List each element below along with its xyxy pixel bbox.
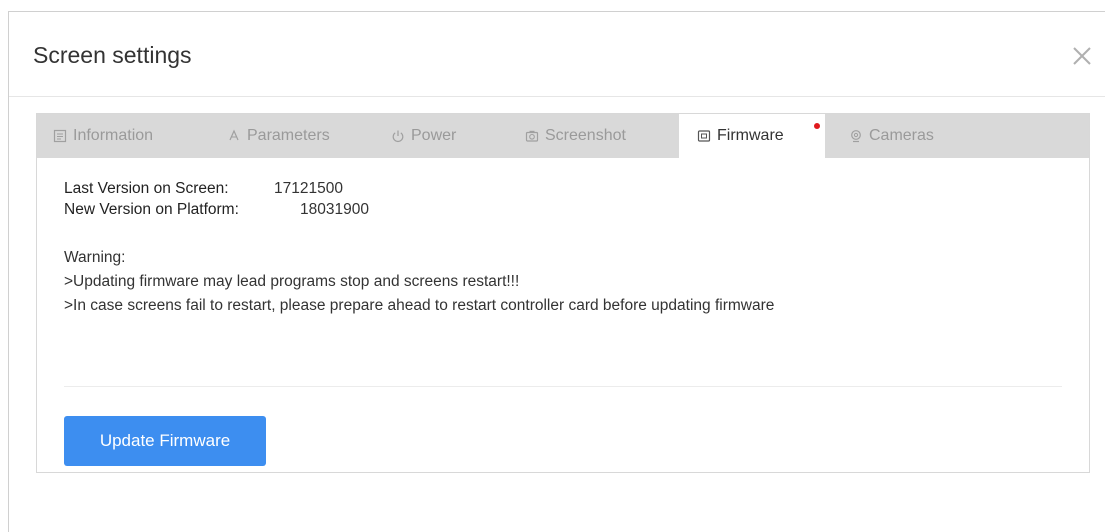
tab-firmware[interactable]: Firmware — [679, 114, 825, 158]
new-version-value: 18031900 — [300, 201, 369, 218]
tab-power[interactable]: Power — [391, 114, 525, 158]
dialog-header: Screen settings — [9, 12, 1105, 97]
last-version-label: Last Version on Screen: — [64, 180, 229, 197]
tab-firmware-label: Firmware — [717, 127, 784, 144]
sliders-icon — [229, 129, 239, 141]
warning-line-1: >Updating firmware may lead programs sto… — [64, 273, 520, 290]
tab-information[interactable]: Information — [53, 114, 227, 158]
new-version-row: New Version on Platform: 18031900 — [64, 199, 1089, 220]
tab-screenshot-label: Screenshot — [545, 127, 626, 144]
power-icon — [392, 130, 404, 143]
tab-parameters-label: Parameters — [247, 127, 330, 144]
screen-settings-dialog: Screen settings Information Parameters P… — [8, 11, 1105, 532]
tab-power-label: Power — [411, 127, 457, 144]
tab-screenshot[interactable]: Screenshot — [525, 114, 679, 158]
tab-bar: Information Parameters Power Screenshot … — [37, 114, 1089, 158]
document-icon — [53, 129, 67, 143]
close-icon — [1073, 47, 1091, 65]
warning-line-2: >In case screens fail to restart, please… — [64, 297, 775, 314]
last-version-row: Last Version on Screen: 17121500 — [64, 178, 1089, 199]
tab-parameters[interactable]: Parameters — [227, 114, 391, 158]
webcam-icon — [851, 130, 861, 143]
warning-block: Warning: >Updating firmware may lead pro… — [64, 246, 1089, 318]
dialog-title: Screen settings — [33, 42, 192, 68]
chip-icon — [697, 130, 711, 142]
page-edge — [0, 0, 8, 531]
notification-dot — [814, 123, 820, 129]
camera-icon — [525, 130, 539, 142]
close-button[interactable] — [1070, 44, 1094, 68]
tab-cameras-label: Cameras — [869, 127, 934, 144]
settings-panel: Information Parameters Power Screenshot … — [36, 113, 1090, 473]
firmware-content: Last Version on Screen: 17121500 New Vers… — [37, 158, 1089, 318]
new-version-label: New Version on Platform: — [64, 201, 239, 218]
last-version-value: 17121500 — [274, 180, 343, 197]
warning-title: Warning: — [64, 249, 126, 266]
tab-cameras[interactable]: Cameras — [849, 114, 934, 158]
tab-information-label: Information — [73, 127, 154, 144]
update-firmware-button[interactable]: Update Firmware — [64, 416, 266, 466]
divider — [64, 386, 1062, 387]
